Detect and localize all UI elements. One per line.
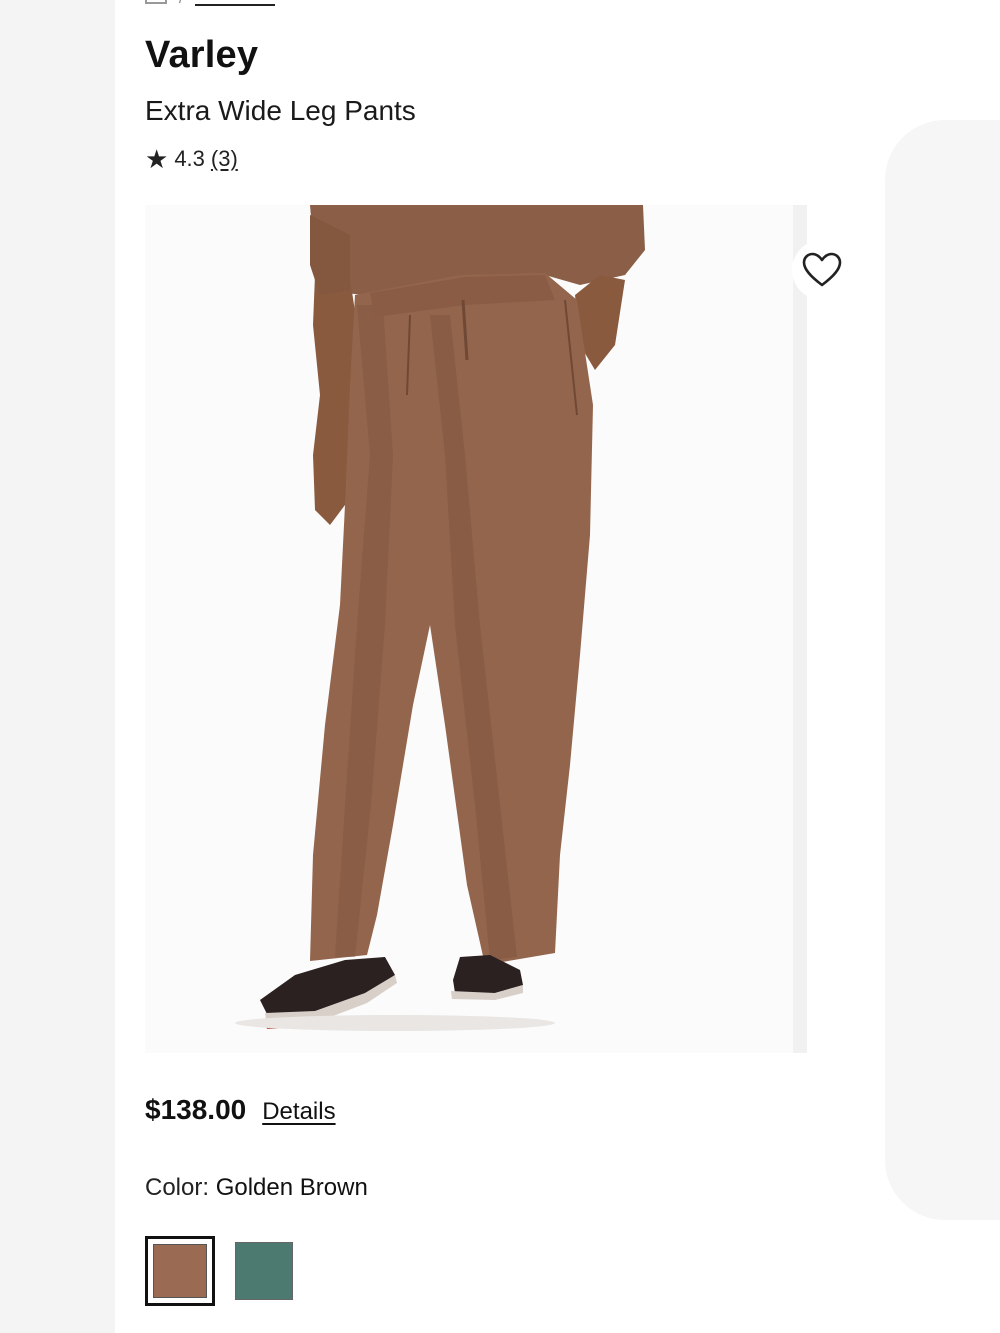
color-selection-label: Color: Golden Brown: [145, 1174, 368, 1202]
product-title: Extra Wide Leg Pants: [145, 95, 416, 126]
gallery-scroll-edge: [793, 205, 807, 1053]
review-count-link[interactable]: (3): [211, 146, 238, 172]
heart-outline-icon: [802, 252, 842, 287]
color-swatches: [145, 1236, 293, 1306]
swatch-golden-brown-fill: [153, 1244, 207, 1298]
rating-summary[interactable]: ★ 4.3 (3): [145, 146, 238, 172]
color-label: Color:: [145, 1174, 210, 1201]
product-photo: [235, 205, 645, 1031]
price-row: $138.00 Details: [145, 1094, 336, 1126]
details-link[interactable]: Details: [262, 1098, 335, 1126]
side-backdrop-shape: [885, 120, 1000, 1220]
star-icon: ★: [145, 144, 169, 174]
swatch-golden-brown[interactable]: [145, 1236, 215, 1306]
breadcrumb-separator: /: [179, 0, 183, 6]
home-icon[interactable]: [145, 0, 167, 4]
breadcrumb-link[interactable]: [194, 0, 275, 6]
product-price: $138.00: [145, 1094, 247, 1125]
product-image-gallery[interactable]: [145, 205, 807, 1053]
selected-color-name: Golden Brown: [215, 1174, 368, 1201]
brand-name[interactable]: Varley: [145, 34, 258, 77]
swatch-green[interactable]: [235, 1242, 293, 1300]
side-backdrop: [885, 0, 1000, 1333]
rating-value: 4.3: [174, 146, 205, 171]
breadcrumb: /: [145, 0, 275, 6]
wishlist-button[interactable]: [792, 240, 852, 300]
